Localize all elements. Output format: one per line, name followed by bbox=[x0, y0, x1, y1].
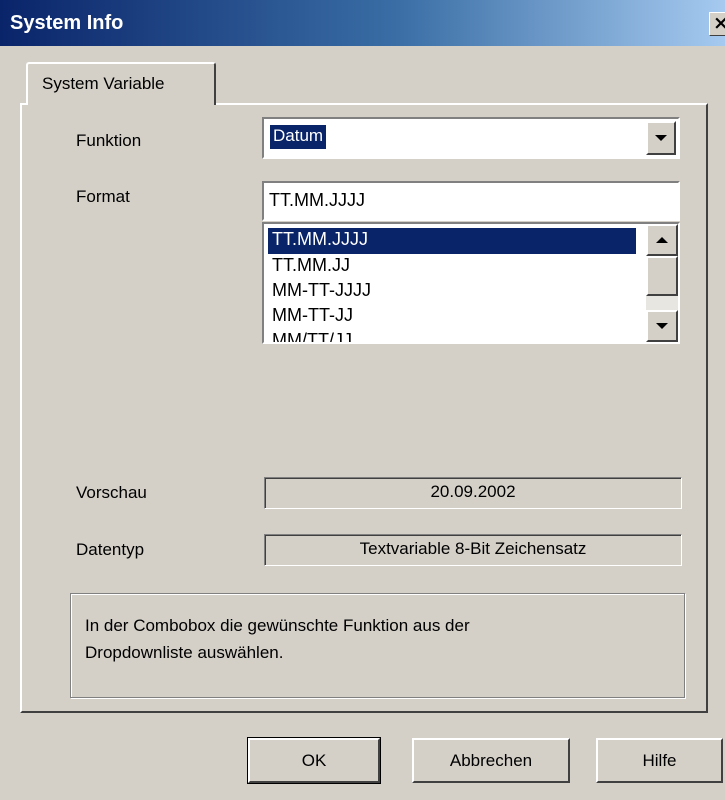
chevron-down-icon bbox=[655, 135, 667, 141]
format-value: TT.MM.JJJJ bbox=[269, 190, 365, 210]
datentyp-field: Textvariable 8-Bit Zeichensatz bbox=[264, 534, 682, 566]
window-title: System Info bbox=[10, 12, 124, 34]
format-list[interactable]: TT.MM.JJJJ TT.MM.JJ MM-TT-JJJJ MM-TT-JJ … bbox=[262, 222, 680, 344]
datentyp-label: Datentyp bbox=[76, 540, 145, 559]
vorschau-field: 20.09.2002 bbox=[264, 477, 682, 509]
help-text-line: Dropdownliste auswählen. bbox=[85, 643, 284, 662]
format-list-scrollbar[interactable] bbox=[646, 224, 678, 342]
list-item[interactable]: MM-TT-JJ bbox=[268, 304, 636, 330]
funktion-combobox[interactable]: Datum bbox=[262, 117, 680, 159]
help-text-box: In der Combobox die gewünschte Funktion … bbox=[70, 593, 685, 698]
close-icon: × bbox=[713, 12, 725, 34]
scroll-up-button[interactable] bbox=[646, 224, 678, 256]
format-label: Format bbox=[76, 187, 130, 206]
chevron-down-icon bbox=[656, 323, 668, 329]
list-item[interactable]: MM/TT/JJ bbox=[268, 329, 636, 342]
cancel-button[interactable]: Abbrechen bbox=[412, 738, 570, 783]
format-input[interactable]: TT.MM.JJJJ bbox=[262, 181, 680, 221]
scroll-down-button[interactable] bbox=[646, 310, 678, 342]
list-item[interactable]: MM-TT-JJJJ bbox=[268, 279, 636, 305]
help-text-line: In der Combobox die gewünschte Funktion … bbox=[85, 616, 470, 635]
funktion-dropdown-button[interactable] bbox=[646, 121, 676, 155]
chevron-up-icon bbox=[656, 237, 668, 243]
ok-button[interactable]: OK bbox=[247, 737, 381, 784]
list-item[interactable]: TT.MM.JJJJ bbox=[268, 228, 636, 254]
help-button[interactable]: Hilfe bbox=[596, 738, 723, 783]
title-bar[interactable]: System Info × bbox=[0, 0, 725, 46]
scroll-thumb[interactable] bbox=[646, 256, 678, 296]
tab-label: System Variable bbox=[42, 74, 165, 93]
close-button[interactable]: × bbox=[709, 12, 725, 36]
tab-system-variable[interactable]: System Variable bbox=[26, 62, 216, 105]
tab-panel: Funktion Datum Format TT.MM.JJJJ TT.MM.J… bbox=[20, 103, 708, 713]
funktion-label: Funktion bbox=[76, 131, 142, 150]
list-item[interactable]: TT.MM.JJ bbox=[268, 254, 636, 280]
vorschau-label: Vorschau bbox=[76, 483, 147, 502]
funktion-value: Datum bbox=[268, 124, 328, 150]
